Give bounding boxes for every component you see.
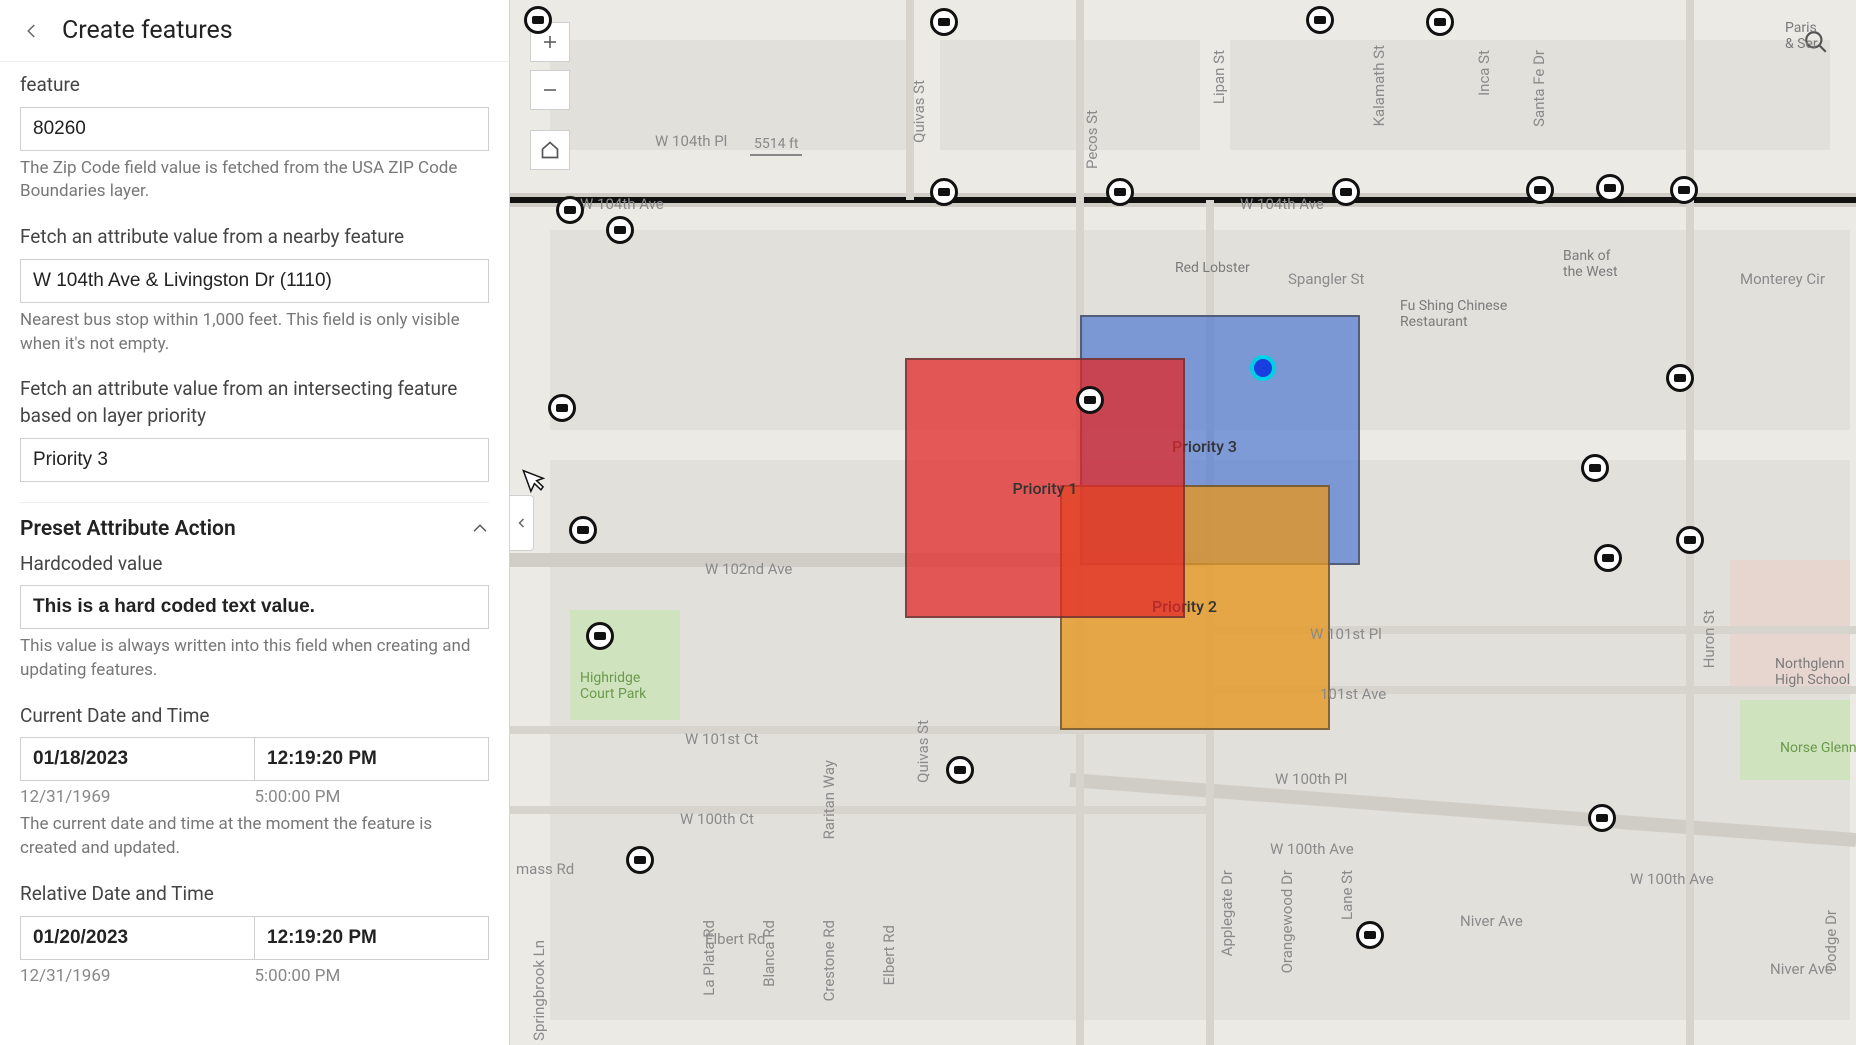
field-hardcoded-label: Hardcoded value [20, 551, 489, 578]
field-current-time-hint: 5:00:00 PM [255, 787, 490, 807]
field-current-time-input[interactable] [254, 737, 489, 781]
field-priority: Fetch an attribute value from an interse… [20, 376, 489, 481]
field-zip-label: feature [20, 72, 489, 99]
field-hardcoded-input[interactable] [20, 585, 489, 629]
bus-stop-marker[interactable] [1594, 544, 1622, 572]
field-priority-label: Fetch an attribute value from an interse… [20, 376, 489, 429]
bus-stop-marker[interactable] [930, 8, 958, 36]
field-relative-time-input[interactable] [254, 916, 489, 960]
preset-section-title: Preset Attribute Action [20, 517, 236, 541]
scalebar: 5514 ft [750, 136, 802, 156]
overlay-priority-1[interactable]: Priority 1 [905, 358, 1185, 618]
minus-icon [541, 81, 559, 99]
field-relative-dt: Relative Date and Time 12/31/1969 5:00:0… [20, 881, 489, 986]
overlay-priority-1-label: Priority 1 [1013, 479, 1078, 498]
home-button[interactable] [530, 130, 570, 170]
bus-stop-marker[interactable] [606, 216, 634, 244]
field-nearby-label: Fetch an attribute value from a nearby f… [20, 224, 489, 251]
field-nearby: Fetch an attribute value from a nearby f… [20, 224, 489, 356]
bus-stop-marker[interactable] [556, 196, 584, 224]
bus-stop-marker[interactable] [569, 516, 597, 544]
field-current-dt: Current Date and Time 12/31/1969 5:00:00… [20, 703, 489, 861]
field-current-date-input[interactable] [20, 737, 254, 781]
back-button[interactable] [20, 19, 44, 43]
zoom-out-button[interactable] [530, 70, 570, 110]
bus-stop-marker[interactable] [586, 622, 614, 650]
chevron-left-icon [23, 22, 41, 40]
bus-stop-marker[interactable] [1588, 804, 1616, 832]
bus-stop-marker[interactable] [1676, 526, 1704, 554]
chevron-left-icon [516, 515, 528, 531]
panel-title: Create features [62, 16, 233, 45]
field-relative-dt-label: Relative Date and Time [20, 881, 489, 908]
field-priority-input[interactable] [20, 438, 489, 482]
bus-stop-marker[interactable] [1356, 921, 1384, 949]
field-current-dt-helper: The current date and time at the moment … [20, 813, 489, 861]
bus-stop-marker[interactable] [1306, 6, 1334, 34]
bus-stop-marker[interactable] [946, 756, 974, 784]
bus-stop-marker[interactable] [626, 846, 654, 874]
panel-body[interactable]: feature The Zip Code field value is fetc… [0, 62, 509, 1045]
field-zip: feature The Zip Code field value is fetc… [20, 72, 489, 204]
search-icon [1803, 29, 1829, 55]
bus-stop-marker[interactable] [1332, 178, 1360, 206]
search-button[interactable] [1796, 22, 1836, 62]
field-relative-date-input[interactable] [20, 916, 254, 960]
field-hardcoded-helper: This value is always written into this f… [20, 635, 489, 683]
bus-stop-marker[interactable] [930, 178, 958, 206]
bus-stop-marker[interactable] [1076, 386, 1104, 414]
bus-stop-marker[interactable] [1526, 176, 1554, 204]
field-hardcoded: Hardcoded value This value is always wri… [20, 551, 489, 683]
preset-section-header[interactable]: Preset Attribute Action [20, 502, 489, 551]
current-location-dot [1250, 355, 1276, 381]
panel-collapse-handle[interactable] [510, 495, 534, 551]
bus-stop-marker[interactable] [1670, 176, 1698, 204]
bus-stop-marker[interactable] [1596, 174, 1624, 202]
field-nearby-input[interactable] [20, 259, 489, 303]
field-relative-time-hint: 5:00:00 PM [255, 966, 490, 986]
chevron-up-icon [471, 520, 489, 538]
create-features-panel: Create features feature The Zip Code fie… [0, 0, 510, 1045]
bus-stop-marker[interactable] [1426, 8, 1454, 36]
panel-header: Create features [0, 0, 509, 62]
bus-stop-marker[interactable] [524, 6, 552, 34]
field-zip-input[interactable] [20, 107, 489, 151]
bus-stop-marker[interactable] [1666, 364, 1694, 392]
field-current-date-hint: 12/31/1969 [20, 787, 255, 807]
bus-stop-marker[interactable] [1581, 454, 1609, 482]
field-current-dt-label: Current Date and Time [20, 703, 489, 730]
field-zip-helper: The Zip Code field value is fetched from… [20, 157, 489, 205]
bus-stop-marker[interactable] [1106, 178, 1134, 206]
plus-icon [541, 33, 559, 51]
field-relative-date-hint: 12/31/1969 [20, 966, 255, 986]
bus-stop-marker[interactable] [548, 394, 576, 422]
map-canvas[interactable]: 5514 ft Priority 3 Priority 2 Priority 1… [510, 0, 1856, 1045]
field-nearby-helper: Nearest bus stop within 1,000 feet. This… [20, 309, 489, 357]
home-icon [540, 140, 560, 160]
